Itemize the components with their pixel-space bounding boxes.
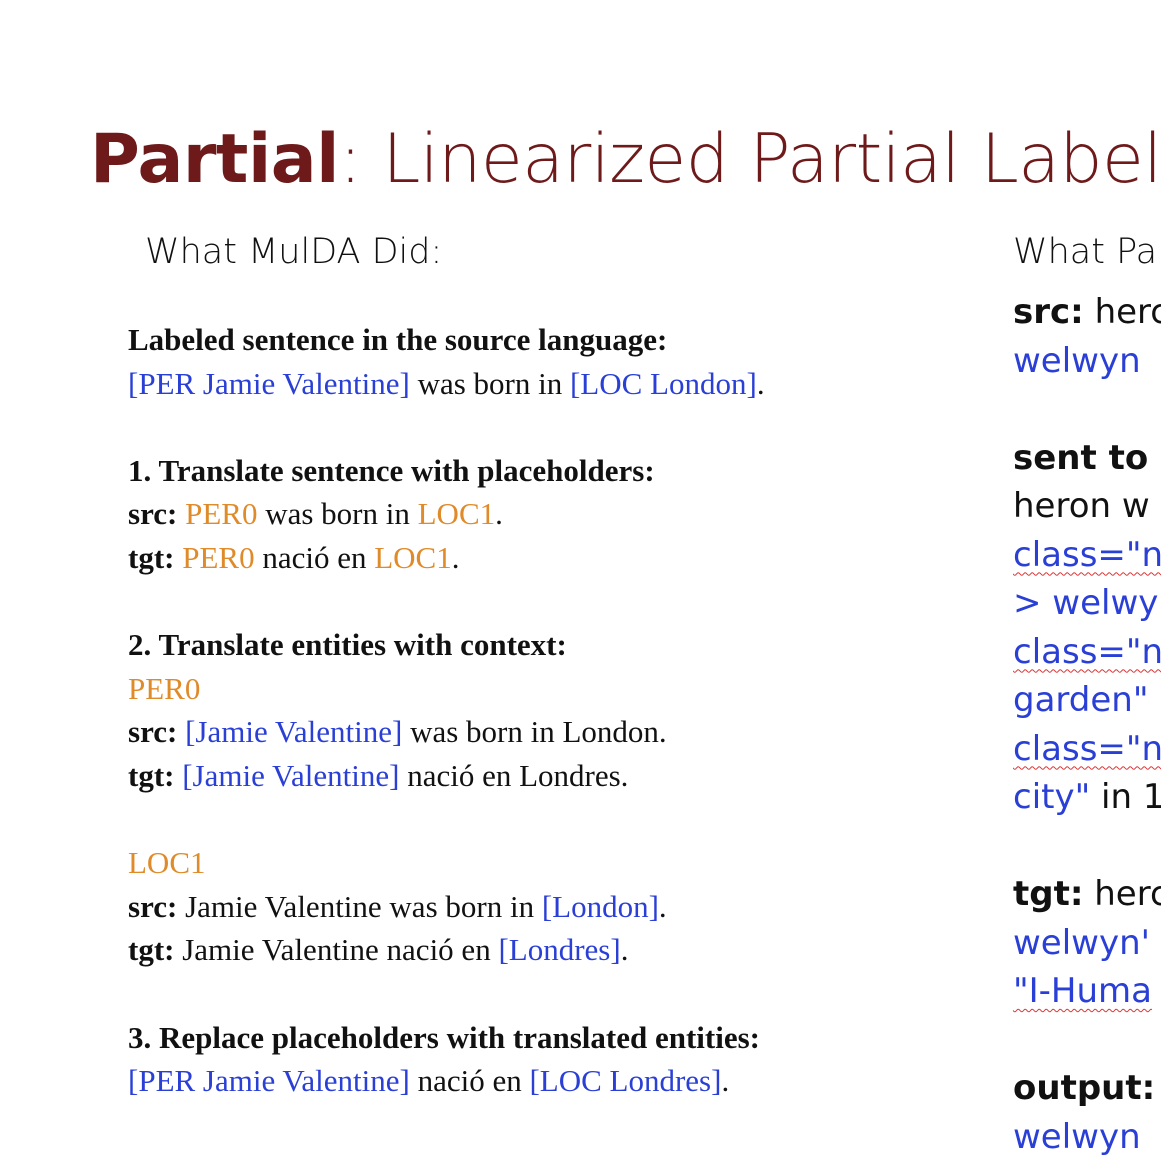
sent-line7: city" in 1 [1013,773,1161,822]
step3-result: [PER Jamie Valentine] nació en [LOC Lond… [128,1059,765,1103]
output-label: output: [1013,1068,1156,1108]
entity-loc: [LOC Londres] [529,1063,722,1099]
labeled-sentence: [PER Jamie Valentine] was born in [LOC L… [128,362,765,406]
sentence-text: was born in London. [402,714,667,750]
slide-title: Partial: Linearized Partial Labele [90,120,1161,199]
left-column-heading: What MulDA Did: [145,232,443,272]
sentence-text: in 1 [1090,777,1161,817]
sentence-end: . [451,539,460,575]
mulda-example: Labeled sentence in the source language:… [128,318,765,1103]
sentence-end: . [620,932,629,968]
sentence-end: . [495,496,503,532]
right-src-line: src: herc [1013,288,1161,337]
entity-per: [PER Jamie Valentine] [128,1063,410,1099]
sentence-text: nació en Londres. [399,757,629,793]
sent-line4: class="n [1013,628,1161,677]
sent-line1: heron w [1013,486,1150,526]
src-label: src: [128,888,178,924]
placeholder-per0-label: PER0 [128,670,201,706]
placeholder-per0: PER0 [185,496,258,532]
entity-span: [Londres] [498,932,621,968]
step2-per-tgt: tgt: [Jamie Valentine] nació en Londres. [128,754,765,798]
sentence-text: nació en [254,539,375,575]
placeholder-loc1-label: LOC1 [128,845,206,881]
step1-src: src: PER0 was born in LOC1. [128,492,765,536]
title-keyword: Partial [90,120,339,199]
right-tgt-line: tgt: herc [1013,870,1161,919]
sent-line3: > welwy [1013,583,1159,623]
tgt-label: tgt: [128,539,175,575]
src-label: src: [128,496,178,532]
placeholder-per0: PER0 [182,539,255,575]
right-column-heading: What Pa [1013,232,1158,272]
partial-example: src: herc welwyn sent to ( heron w class… [1013,288,1161,1161]
step2-heading: 2. Translate entities with context: [128,627,567,663]
right-src-line2: welwyn [1013,340,1141,381]
step2-loc-src: src: Jamie Valentine was born in [London… [128,885,765,929]
placeholder-loc1: LOC1 [374,539,452,575]
entity-span: [Jamie Valentine] [182,757,400,793]
placeholder-loc1: LOC1 [417,496,496,532]
right-tgt-line2: welwyn' [1013,922,1150,963]
sentence-text: Jamie Valentine nació en [174,932,499,968]
sentence-end: . [658,888,667,924]
markup-text: class="n [1013,534,1161,575]
tgt-label: tgt: [128,757,175,793]
tgt-text: herc [1083,874,1161,914]
sent-to-label: sent to ( [1013,437,1161,478]
sent-line6: class="n [1013,725,1161,774]
sentence-text: was born in [409,365,570,401]
step2-per-src: src: [Jamie Valentine] was born in Londo… [128,710,765,754]
title-rest: : Linearized Partial Labele [338,120,1161,199]
sentence-text: nació en [409,1063,530,1099]
output-line2: welwyn [1013,1116,1141,1157]
step3-heading: 3. Replace placeholders with translated … [128,1019,760,1055]
sentence-end: . [721,1063,730,1099]
sentence-text: Jamie Valentine was born in [177,888,542,924]
right-tgt-line3: "I-Huma [1013,967,1161,1016]
src-text: herc [1083,292,1161,332]
step1-heading: 1. Translate sentence with placeholders: [128,452,655,488]
markup-text: class="n [1013,728,1161,769]
entity-span: [Jamie Valentine] [185,714,403,750]
entity-loc: [LOC London] [569,365,757,401]
step1-tgt: tgt: PER0 nació en LOC1. [128,536,765,580]
tgt-label: tgt: [1013,874,1084,914]
src-label: src: [1013,292,1084,332]
markup-text: "I-Huma [1013,971,1153,1011]
labeled-sentence-heading: Labeled sentence in the source language: [128,322,668,357]
entity-span: [London] [541,888,659,924]
entity-per: [PER Jamie Valentine] [128,365,410,401]
sentence-end: . [756,365,765,401]
tgt-label: tgt: [128,932,175,968]
markup-text: city" [1013,777,1091,817]
src-label: src: [128,714,178,750]
sentence-text: was born in [257,496,418,532]
markup-text: class="n [1013,631,1161,672]
sent-line5: garden" [1013,680,1149,720]
step2-loc-tgt: tgt: Jamie Valentine nació en [Londres]. [128,928,765,972]
sent-line2: class="n [1013,531,1161,580]
